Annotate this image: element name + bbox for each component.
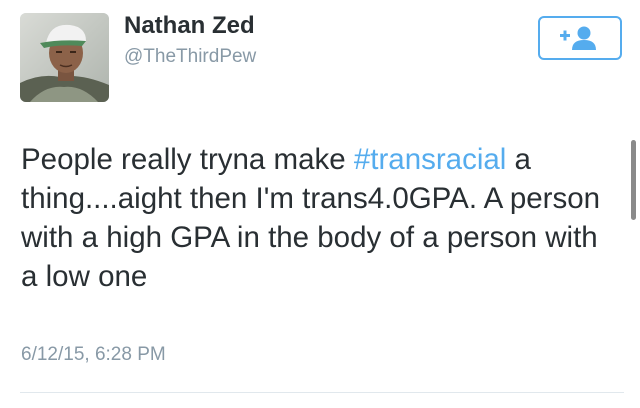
tweet-timestamp[interactable]: 6/12/15, 6:28 PM [21,343,166,367]
display-name[interactable]: Nathan Zed [124,11,255,41]
scrollbar[interactable] [631,140,636,220]
follow-button[interactable] [538,16,622,60]
tweet-text: People really tryna make #transracial a … [21,140,621,296]
username[interactable]: @TheThirdPew [124,45,256,69]
divider [20,392,624,393]
tweet-text-start: People really tryna make [21,143,354,176]
user-avatar-image [20,13,109,102]
add-user-icon [560,26,596,50]
tweet-card: Nathan Zed @TheThirdPew People really tr… [0,0,640,408]
avatar[interactable] [20,13,109,102]
hashtag-link[interactable]: #transracial [354,143,506,176]
